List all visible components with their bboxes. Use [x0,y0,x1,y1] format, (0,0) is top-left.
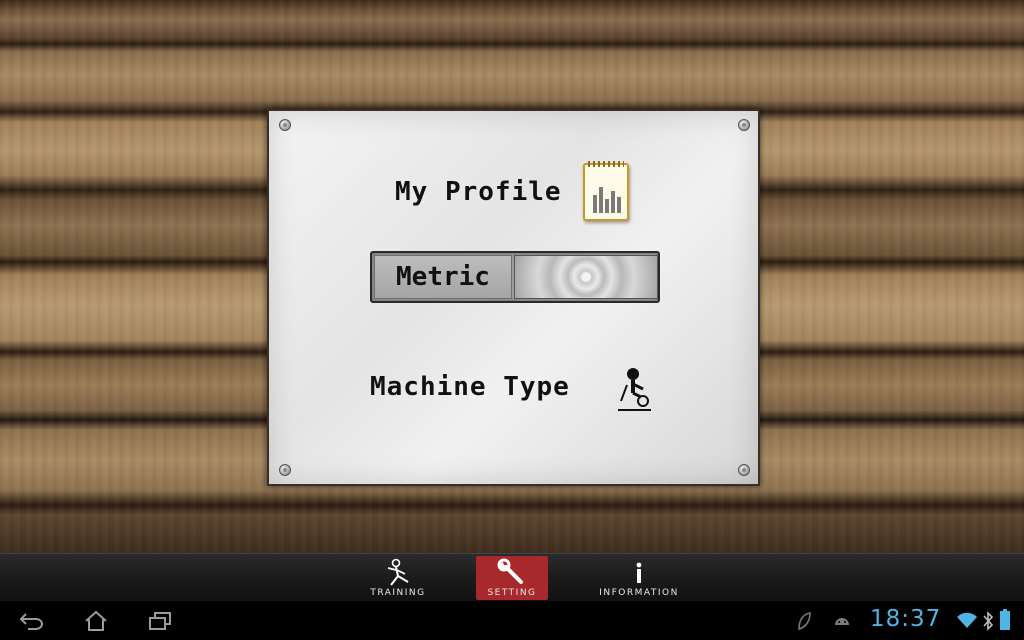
my-profile-label[interactable]: My Profile [395,177,562,207]
home-button[interactable] [82,609,110,633]
exercise-bike-icon[interactable] [613,365,655,413]
units-toggle-label: Metric [374,255,512,299]
back-button[interactable] [18,609,46,633]
notepad-icon[interactable] [583,161,629,221]
tab-information-label: INFORMATION [599,588,679,598]
battery-icon [1000,609,1010,630]
screw-top-left [279,119,291,131]
info-icon [636,562,642,583]
system-clock: 18:37 [870,606,942,632]
home-icon [85,610,107,631]
running-figure-icon [387,558,409,586]
wrench-icon [497,558,523,584]
android-icon [835,618,849,625]
recent-apps-icon [149,612,171,630]
leaf-icon [798,612,811,631]
tab-setting-label: SETTING [487,588,537,598]
screw-bottom-right [738,464,750,476]
bluetooth-icon [983,611,994,631]
screw-bottom-left [279,464,291,476]
recent-apps-button[interactable] [146,609,174,633]
tab-training-label: TRAINING [370,588,426,598]
notepad-rings [588,161,624,167]
settings-panel: My Profile Metric Machine Type [267,109,760,486]
units-toggle-knob[interactable] [514,255,658,299]
tab-training[interactable]: TRAINING [362,556,434,600]
machine-type-label[interactable]: Machine Type [370,372,570,402]
units-toggle[interactable]: Metric [370,251,660,303]
app-tab-bar: TRAINING SETTING INFORMATION [0,553,1024,602]
screw-top-right [738,119,750,131]
wifi-icon [957,612,977,628]
back-icon [19,613,43,630]
system-navigation-bar: 18:37 [0,601,1024,640]
tab-setting[interactable]: SETTING [476,556,548,600]
tab-information[interactable]: INFORMATION [594,556,684,600]
